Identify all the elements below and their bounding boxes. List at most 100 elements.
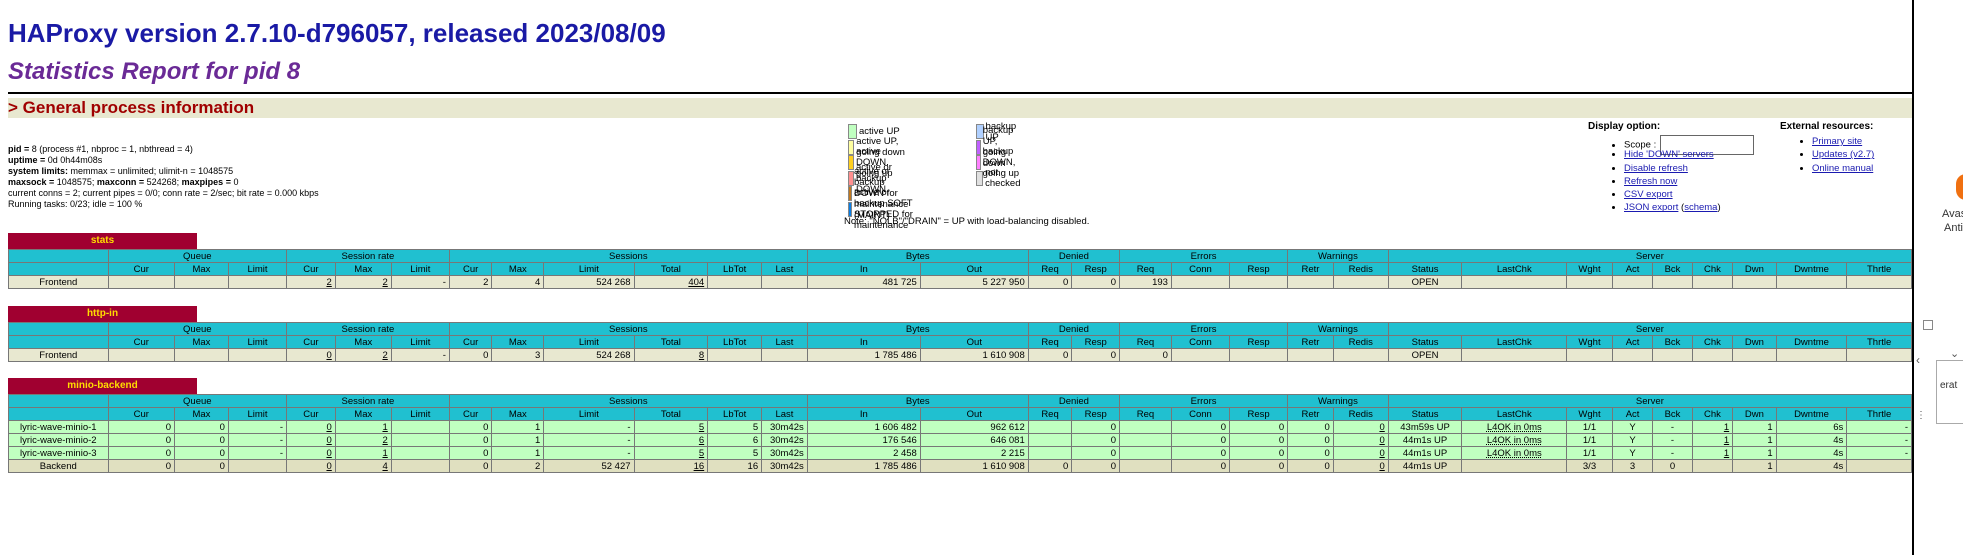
cell: 404 [633, 275, 709, 289]
proxy-name[interactable]: stats [8, 233, 197, 249]
cell: 30m42s [761, 459, 808, 473]
legend-item: not checked [976, 167, 1022, 189]
header-blank [8, 322, 109, 336]
table-group-header: Queue Session rate Sessions Bytes Denied Erro… [8, 394, 1913, 408]
column-header: Dwn [1732, 262, 1777, 276]
table-group-header: Queue Session rate Sessions Bytes Denied Erro… [8, 249, 1913, 263]
cell: - [1846, 420, 1912, 434]
cell: 0 [286, 433, 336, 447]
cell: 2 [491, 459, 545, 473]
cell: - [543, 433, 635, 447]
cell: 1 [1691, 420, 1734, 434]
cell: 5 [633, 446, 709, 460]
cell: - [390, 348, 450, 362]
column-header: Limit [543, 407, 635, 421]
column-header: LastChk [1461, 262, 1568, 276]
cell [1119, 420, 1172, 434]
cell: 0 [173, 420, 229, 434]
cell: 0 [448, 446, 493, 460]
legend-swatch [848, 139, 855, 155]
column-header: Retr [1287, 335, 1334, 349]
cell: 1 [491, 420, 545, 434]
cell: 1 [1732, 459, 1777, 473]
column-header: Cur [107, 262, 175, 276]
cell: 2 [334, 275, 392, 289]
group-header: Session rate [286, 249, 450, 263]
cell [1170, 275, 1231, 289]
cell [390, 459, 450, 473]
column-header: Cur [286, 262, 336, 276]
row-name[interactable]: Frontend [8, 275, 109, 289]
column-header: Cur [107, 407, 175, 421]
proxy-name[interactable]: http-in [8, 306, 197, 322]
disable-refresh-link[interactable]: Disable refresh [1624, 163, 1688, 174]
cell [1691, 459, 1734, 473]
manual-link[interactable]: Online manual [1812, 163, 1873, 174]
cell: 5 [633, 420, 709, 434]
cell: 44m1s UP [1387, 433, 1463, 447]
column-header: Max [173, 262, 229, 276]
cell: 0 [1287, 446, 1334, 460]
column-header: Dwn [1732, 335, 1777, 349]
row-name[interactable]: Backend [8, 459, 109, 473]
cell: 0 [1229, 459, 1289, 473]
row-name[interactable]: Frontend [8, 348, 109, 362]
row-name[interactable]: lyric-wave-minio-3 [8, 446, 109, 460]
table-row: lyric-wave-minio-2 0 0-0 2 0 1-6 6 30m42s 176 54… [8, 433, 1912, 447]
updates-link[interactable]: Updates (v2.7) [1812, 149, 1874, 160]
proxy-name[interactable]: minio-backend [8, 378, 197, 394]
column-header: Resp [1071, 262, 1121, 276]
cell: 1 [1732, 433, 1777, 447]
cell: L4OK in 0ms [1461, 433, 1568, 447]
chevron-left-icon[interactable]: ‹ [1916, 353, 1920, 367]
group-header: Session rate [286, 322, 450, 336]
cell: 1 [491, 433, 545, 447]
refresh-now-link[interactable]: Refresh now [1624, 176, 1677, 187]
version-title: HAProxy version 2.7.10-d796057, released… [8, 18, 666, 48]
cell: 1 [491, 446, 545, 460]
cell: 0 [1119, 348, 1172, 362]
row-name[interactable]: lyric-wave-minio-2 [8, 433, 109, 447]
cell: 0 [286, 446, 336, 460]
avast-icon[interactable] [1956, 174, 1963, 200]
primary-site-link[interactable]: Primary site [1812, 136, 1862, 147]
cell: 4s [1775, 459, 1848, 473]
display-options: Display option: Scope : Hide 'DOWN' serv… [1588, 121, 1755, 215]
group-header: Denied [1027, 249, 1121, 263]
csv-export-link[interactable]: CSV export [1624, 189, 1673, 200]
cell: 0 [107, 459, 175, 473]
cell: 1 [334, 420, 392, 434]
column-header: Chk [1691, 262, 1734, 276]
cell: 0 [107, 420, 175, 434]
column-header: Conn [1170, 407, 1231, 421]
cell: 0 [173, 459, 229, 473]
cell [1846, 459, 1912, 473]
column-header: LbTot [707, 407, 763, 421]
json-export-link[interactable]: JSON export [1624, 202, 1678, 213]
group-header: Sessions [448, 249, 808, 263]
cell [1119, 446, 1172, 460]
cell [1611, 348, 1654, 362]
cell [1461, 275, 1568, 289]
hide-down-link[interactable]: Hide 'DOWN' servers [1624, 149, 1714, 160]
cell: 6 [633, 433, 709, 447]
schema-link[interactable]: schema [1684, 202, 1717, 213]
cell: 0 [286, 348, 336, 362]
cell: 0 [1027, 348, 1073, 362]
more-icon[interactable]: ⋮ [1916, 410, 1926, 421]
column-header: Thrtle [1846, 407, 1912, 421]
cell [227, 459, 288, 473]
cell [1287, 348, 1334, 362]
column-header: Cur [286, 407, 336, 421]
divider [8, 92, 1912, 94]
cell [1332, 275, 1389, 289]
cell: - [1846, 433, 1912, 447]
cell: 1 606 482 [806, 420, 921, 434]
checkbox-icon[interactable] [1923, 320, 1933, 330]
cell: 0 [1332, 433, 1389, 447]
row-name[interactable]: lyric-wave-minio-1 [8, 420, 109, 434]
chevron-down-icon[interactable]: ⌄ [1950, 347, 1959, 360]
cell [1732, 275, 1777, 289]
column-header: Resp [1229, 407, 1289, 421]
column-header: Max [334, 407, 392, 421]
